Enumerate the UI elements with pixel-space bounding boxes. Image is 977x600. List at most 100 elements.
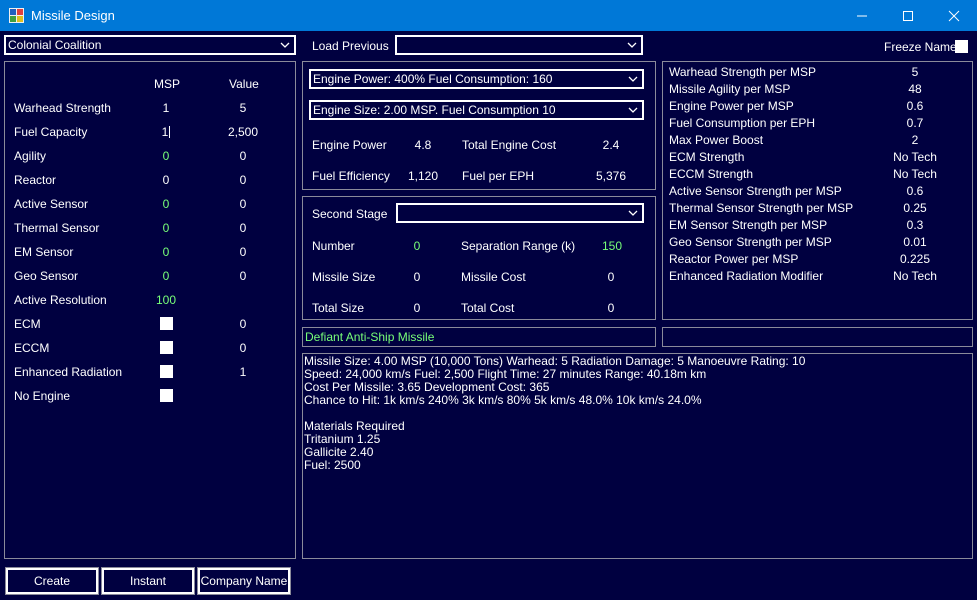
freeze-name-checkbox[interactable] xyxy=(955,40,968,53)
component-value: 0 xyxy=(239,317,247,331)
tech-value: 0.7 xyxy=(906,116,924,130)
load-previous-select[interactable] xyxy=(395,35,643,55)
engine-size-select[interactable]: Engine Size: 2.00 MSP. Fuel Consumption … xyxy=(309,100,644,120)
tech-label: Reactor Power per MSP xyxy=(669,252,799,266)
tech-value: 0.3 xyxy=(906,218,924,232)
component-label: Geo Sensor xyxy=(14,269,79,283)
component-msp-input[interactable]: 0 xyxy=(151,245,181,259)
fuel-per-eph-value: 5,376 xyxy=(595,169,627,183)
missile-size-value: 0 xyxy=(413,270,421,284)
tech-value: 0.6 xyxy=(906,184,924,198)
ecm-checkbox[interactable] xyxy=(160,317,173,330)
summary-line: Tritanium 1.25 xyxy=(304,432,381,446)
text-cursor xyxy=(169,126,171,138)
missile-name-value: Defiant Anti-Ship Missile xyxy=(305,330,435,344)
component-label: Active Resolution xyxy=(14,293,107,307)
tech-label: Engine Power per MSP xyxy=(669,99,794,113)
tech-label: Enhanced Radiation Modifier xyxy=(669,269,824,283)
component-msp-input[interactable]: 0 xyxy=(151,269,181,283)
tech-label: ECCM Strength xyxy=(669,167,754,181)
tech-label: Max Power Boost xyxy=(669,133,764,147)
component-msp-input[interactable]: 0 xyxy=(151,197,181,211)
tech-value: 0.6 xyxy=(906,99,924,113)
component-value: 0 xyxy=(239,149,247,163)
tech-value: 0.225 xyxy=(899,252,931,266)
missile-name-input[interactable]: Defiant Anti-Ship Missile xyxy=(302,327,656,347)
component-label: Agility xyxy=(14,149,47,163)
summary-line: Materials Required xyxy=(304,419,405,433)
component-msp-input[interactable]: 100 xyxy=(151,293,181,307)
component-msp-input[interactable]: 0 xyxy=(151,221,181,235)
load-previous-label: Load Previous xyxy=(312,39,389,53)
total-cost-value: 0 xyxy=(607,301,615,315)
tech-label: Missile Agility per MSP xyxy=(669,82,791,96)
component-label: Warhead Strength xyxy=(14,101,111,115)
component-msp-input[interactable]: 0 xyxy=(151,173,181,187)
race-select[interactable]: Colonial Coalition xyxy=(4,35,296,55)
value-header: Value xyxy=(229,77,259,91)
chevron-down-icon xyxy=(280,42,290,48)
tech-label: Active Sensor Strength per MSP xyxy=(669,184,842,198)
total-cost-label: Total Cost xyxy=(461,301,515,315)
number-input[interactable]: 0 xyxy=(407,239,427,253)
missile-cost-value: 0 xyxy=(607,270,615,284)
eccm-checkbox[interactable] xyxy=(160,341,173,354)
second-stage-label: Second Stage xyxy=(312,207,388,221)
msp-header: MSP xyxy=(154,77,181,91)
total-size-value: 0 xyxy=(413,301,421,315)
component-label: Thermal Sensor xyxy=(14,221,100,235)
component-msp-input[interactable]: 1 xyxy=(151,125,181,139)
component-value: 2,500 xyxy=(227,125,259,139)
tech-value: 5 xyxy=(911,65,919,79)
second-stage-panel: Second Stage Number 0 Separation Range (… xyxy=(302,196,656,320)
missile-summary: Missile Size: 4.00 MSP (10,000 Tons) War… xyxy=(302,353,973,559)
missile-cost-label: Missile Cost xyxy=(461,270,526,284)
engine-power-select[interactable]: Engine Power: 400% Fuel Consumption: 160 xyxy=(309,69,644,89)
no-engine-checkbox[interactable] xyxy=(160,389,173,402)
component-value: 0 xyxy=(239,197,247,211)
engine-power-label: Engine Power xyxy=(312,138,387,152)
engine-size-select-value: Engine Size: 2.00 MSP. Fuel Consumption … xyxy=(313,103,556,117)
chevron-down-icon xyxy=(628,210,638,216)
tech-value: 2 xyxy=(911,133,919,147)
secondary-name-field[interactable] xyxy=(662,327,973,347)
component-label: EM Sensor xyxy=(14,245,74,259)
enhanced-radiation-checkbox[interactable] xyxy=(160,365,173,378)
chevron-down-icon xyxy=(628,107,638,113)
component-label: ECCM xyxy=(14,341,50,355)
separation-range-label: Separation Range (k) xyxy=(461,239,576,253)
total-size-label: Total Size xyxy=(312,301,365,315)
tech-label: Thermal Sensor Strength per MSP xyxy=(669,201,854,215)
title-bar[interactable]: Missile Design xyxy=(0,0,977,31)
window-title: Missile Design xyxy=(31,8,115,23)
component-label: Enhanced Radiation xyxy=(14,365,123,379)
summary-line: Gallicite 2.40 xyxy=(304,445,374,459)
components-panel: MSP Value Warhead Strength 1 5 Fuel Capa… xyxy=(4,61,296,559)
component-label: Fuel Capacity xyxy=(14,125,88,139)
maximize-button[interactable] xyxy=(885,0,931,31)
chevron-down-icon xyxy=(628,76,638,82)
component-value: 5 xyxy=(239,101,247,115)
component-label: ECM xyxy=(14,317,41,331)
freeze-name-label: Freeze Name xyxy=(884,40,957,54)
fuel-per-eph-label: Fuel per EPH xyxy=(462,169,535,183)
tech-value: 48 xyxy=(908,82,922,96)
close-button[interactable] xyxy=(931,0,977,31)
close-icon xyxy=(948,10,960,21)
create-button[interactable]: Create xyxy=(5,567,99,595)
instant-button[interactable]: Instant xyxy=(101,567,195,595)
tech-value: 0.25 xyxy=(903,201,927,215)
minimize-button[interactable] xyxy=(839,0,885,31)
second-stage-select[interactable] xyxy=(396,203,644,223)
component-label: Reactor xyxy=(14,173,57,187)
component-msp-input[interactable]: 0 xyxy=(151,149,181,163)
tech-value: No Tech xyxy=(893,167,937,181)
separation-range-input[interactable]: 150 xyxy=(597,239,627,253)
missile-size-label: Missile Size xyxy=(312,270,376,284)
component-value: 0 xyxy=(239,341,247,355)
company-name-button[interactable]: Company Name xyxy=(197,567,291,595)
engine-power-select-value: Engine Power: 400% Fuel Consumption: 160 xyxy=(313,72,553,86)
number-label: Number xyxy=(312,239,355,253)
summary-line: Chance to Hit: 1k km/s 240% 3k km/s 80% … xyxy=(304,393,702,407)
component-msp-input[interactable]: 1 xyxy=(151,101,181,115)
